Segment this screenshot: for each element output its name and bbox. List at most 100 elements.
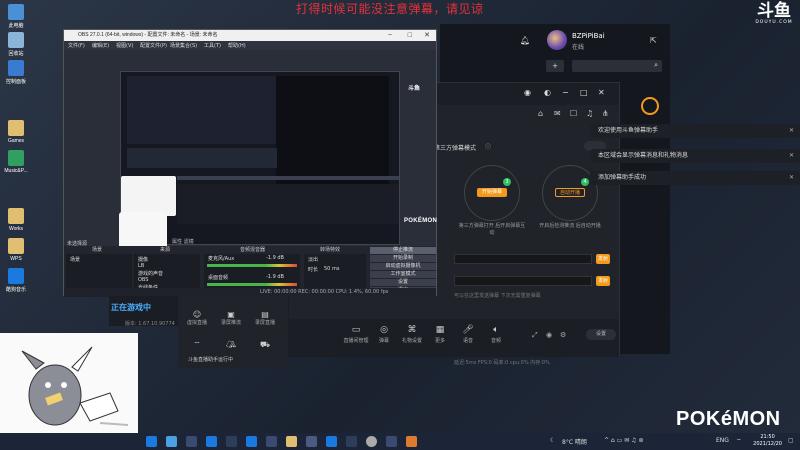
auto-live-button[interactable]: 自动开播 xyxy=(555,188,585,197)
settings-button[interactable]: 设置 xyxy=(370,279,436,286)
taskview-icon[interactable] xyxy=(186,436,197,447)
steam-icon[interactable] xyxy=(226,436,237,447)
search-bar[interactable]: ⌕ xyxy=(572,60,662,72)
folder-icon[interactable] xyxy=(286,436,297,447)
menu-edit[interactable]: 编辑(E) xyxy=(92,42,109,49)
speaker-icon: 🔈︎ xyxy=(493,325,499,335)
obs-preview[interactable] xyxy=(64,50,436,254)
language-indicator[interactable]: ENG xyxy=(716,437,729,444)
weather-icon[interactable]: ☾ xyxy=(550,437,555,444)
desktop-icon[interactable]: Works xyxy=(2,208,30,232)
settings-button[interactable]: 设置 xyxy=(586,329,616,340)
duration-input[interactable]: 50 ms xyxy=(324,266,339,272)
menu-profile[interactable]: 配置文件(P) xyxy=(140,42,167,49)
source-item[interactable]: OBS xyxy=(138,277,148,283)
minimize-icon[interactable]: − xyxy=(562,88,569,97)
add-user-button[interactable]: + xyxy=(546,60,564,72)
douyu-icon[interactable] xyxy=(406,436,417,447)
screen-record-button[interactable]: ▤ 录屏直播 xyxy=(250,310,280,326)
app-icon[interactable] xyxy=(386,436,397,447)
car-button[interactable]: ⛟ xyxy=(250,340,280,350)
wifi-button[interactable]: ⌔ xyxy=(182,340,212,350)
stop-stream-button[interactable]: 停止推流 xyxy=(370,247,436,254)
menu-help[interactable]: 帮助(H) xyxy=(228,42,246,49)
edge-icon[interactable] xyxy=(206,436,217,447)
share-icon[interactable]: ⋔ xyxy=(602,109,609,118)
app-icon[interactable] xyxy=(346,436,357,447)
menu-file[interactable]: 文件(F) xyxy=(68,42,85,49)
preview-pokemon-logo: POKÉMON xyxy=(404,218,438,224)
desktop-icon[interactable]: WPS xyxy=(2,238,30,262)
obs-icon[interactable] xyxy=(366,436,377,447)
online-status[interactable]: 在线 xyxy=(572,42,584,51)
minimize-icon[interactable]: − xyxy=(388,30,392,41)
danmu-input-2[interactable] xyxy=(454,276,592,286)
close-icon[interactable]: ✕ xyxy=(598,88,605,97)
app-icon[interactable] xyxy=(306,436,317,447)
screen-stream-button[interactable]: ▣ 录屏推流 xyxy=(216,310,246,326)
tent-button[interactable]: ⛺︎ xyxy=(216,340,246,349)
gift-settings-button[interactable]: ⌘ 礼物设置 xyxy=(398,325,426,344)
desktop-icon[interactable]: Games xyxy=(2,120,30,144)
help-icon[interactable]: ⓘ xyxy=(485,142,491,151)
theme-icon[interactable]: ◐ xyxy=(544,88,551,97)
start-danmu-button[interactable]: 开始弹幕 xyxy=(477,188,507,197)
app-icon[interactable] xyxy=(266,436,277,447)
douyu-fish-icon[interactable]: ◉ xyxy=(524,88,531,97)
maximize-icon[interactable]: □ xyxy=(408,30,412,41)
danmu-input-1[interactable] xyxy=(454,254,592,264)
gift-icon[interactable]: ✉ xyxy=(554,109,561,118)
clock[interactable]: 21:50 2021/12/20 xyxy=(753,434,782,448)
desktop-icon[interactable]: 控制面板 xyxy=(2,60,30,85)
source-item[interactable]: 摄像 xyxy=(138,256,148,263)
wifi-icon[interactable]: ⌔ xyxy=(736,437,742,445)
close-icon[interactable]: ✕ xyxy=(789,171,794,185)
virtual-camera-button[interactable]: 启动虚拟摄像机 xyxy=(370,263,436,270)
close-icon[interactable]: ✕ xyxy=(789,124,794,138)
danmu-button[interactable]: ◎ 弹幕 xyxy=(370,325,398,344)
send-button-2[interactable]: 发射 xyxy=(596,276,610,286)
search-icon[interactable] xyxy=(166,436,177,447)
app-icon[interactable] xyxy=(246,436,257,447)
notification-icon[interactable]: ♫ xyxy=(586,109,593,118)
gear-icon[interactable]: ⚙ xyxy=(560,331,566,339)
weather-text[interactable]: 8°C 晴朗 xyxy=(562,437,587,446)
send-button-1[interactable]: 发射 xyxy=(596,254,610,264)
fullscreen-icon[interactable]: ⤢ xyxy=(532,331,538,340)
properties-filters[interactable]: 属性 滤镜 xyxy=(172,238,194,245)
external-link-icon[interactable]: ⇱ xyxy=(650,36,657,45)
transition-select[interactable]: 淡出 xyxy=(308,256,318,263)
notification-added: 添加弹幕助手成功 ✕ xyxy=(590,171,800,185)
start-recording-button[interactable]: 开始录制 xyxy=(370,255,436,262)
menu-tools[interactable]: 工具(T) xyxy=(204,42,221,49)
menu-view[interactable]: 视图(V) xyxy=(116,42,133,49)
room-manage-button[interactable]: ▭ 直播间管理 xyxy=(342,325,370,344)
desktop-icon[interactable]: 酷狗音乐 xyxy=(2,268,30,293)
danmu-tip: 可以在这里发送弹幕 下次无需重复弹幕 xyxy=(454,293,541,299)
close-icon[interactable]: ✕ xyxy=(789,149,794,163)
source-item[interactable]: 游戏的声音 xyxy=(138,270,163,277)
lock-icon[interactable]: ☐ xyxy=(570,109,577,118)
start-icon[interactable] xyxy=(146,436,157,447)
more-button[interactable]: ▦ 更多 xyxy=(426,325,454,344)
maximize-icon[interactable]: □ xyxy=(580,88,588,97)
bell-icon[interactable]: 🔔︎ xyxy=(520,36,530,45)
notification-center-icon[interactable]: ▢ xyxy=(788,437,794,444)
shop-icon[interactable]: ⌂ xyxy=(538,109,543,118)
desktop-icon[interactable]: 此电脑 xyxy=(2,4,30,29)
close-icon[interactable]: ✕ xyxy=(424,30,430,41)
eye-icon[interactable]: ◉ xyxy=(546,331,552,339)
studio-mode-button[interactable]: 工作室模式 xyxy=(370,271,436,278)
menu-scene-collection[interactable]: 场景集合(S) xyxy=(170,42,197,49)
audio-button[interactable]: 🔈︎ 音频 xyxy=(482,325,510,344)
mic-button[interactable]: 🎤︎ 语音 xyxy=(454,325,482,344)
desktop-icon[interactable]: Music&P... xyxy=(2,150,30,174)
mixer-track-name: 麦克风/Aux xyxy=(208,256,235,262)
kugou-icon[interactable] xyxy=(326,436,337,447)
tray-icons[interactable]: ^ ⌂ ▭ ✉ ♫ ⊚ xyxy=(604,437,643,444)
source-item[interactable]: LB xyxy=(138,263,144,269)
avatar[interactable] xyxy=(547,30,567,50)
desktop-icon[interactable]: 回收站 xyxy=(2,32,30,57)
scene-item[interactable]: 场景 xyxy=(70,256,80,263)
virtual-live-button[interactable]: ☺ 虚拟直播 xyxy=(182,310,212,326)
